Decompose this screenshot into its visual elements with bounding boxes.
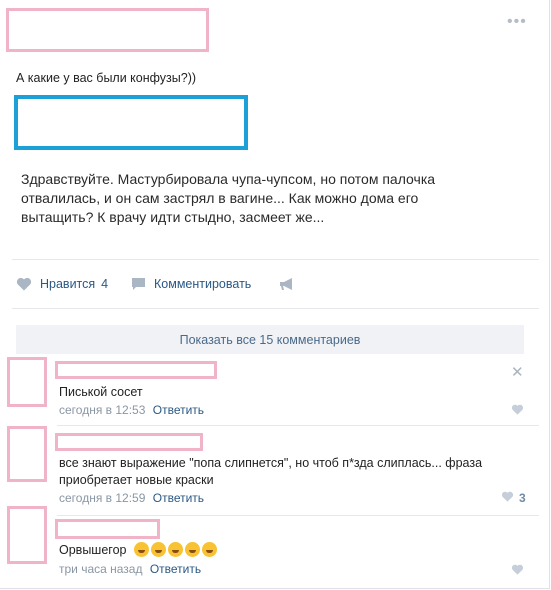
comment-like-button[interactable] [511, 404, 524, 418]
heart-icon [511, 564, 524, 578]
comment-meta: сегодня в 12:53 Ответить [59, 403, 204, 417]
like-button[interactable]: Нравится 4 [16, 275, 108, 293]
reply-link[interactable]: Ответить [150, 562, 201, 576]
comment-author-redaction [55, 361, 217, 379]
laughing-emoji-icon [150, 542, 166, 557]
laughing-emoji-icon [167, 542, 183, 557]
comment-time[interactable]: три часа назад [59, 562, 142, 576]
post-card: ••• А какие у вас были конфузы?)) Здравс… [0, 0, 550, 589]
comment-text: все знают выражение "попа слипнется", но… [59, 456, 483, 487]
repost-author-redaction [14, 95, 248, 150]
author-redaction [6, 8, 209, 52]
heart-icon [501, 491, 514, 505]
reply-link[interactable]: Ответить [153, 491, 204, 505]
more-dots-icon[interactable]: ••• [507, 14, 527, 30]
heart-icon [16, 277, 32, 291]
divider [57, 425, 539, 426]
divider [12, 308, 539, 309]
comment-author-redaction [55, 433, 203, 451]
heart-icon [511, 404, 524, 418]
share-button[interactable] [279, 275, 295, 293]
divider [12, 259, 539, 260]
megaphone-icon [279, 277, 295, 291]
close-icon[interactable]: ✕ [511, 365, 524, 380]
comment-text: Писькой сосет [59, 385, 143, 399]
post-text: А какие у вас были конфузы?)) [16, 71, 197, 85]
like-count: 4 [101, 277, 109, 291]
laughing-emoji-icon [201, 542, 217, 557]
repost-text: Здравствуйте. Мастурбировала чупа-чупсом… [21, 171, 436, 225]
comment-meta: сегодня в 12:59 Ответить [59, 491, 204, 505]
laughing-emoji-icon [133, 542, 149, 557]
comment-text: Орвышегор [59, 542, 217, 559]
comment-like-button[interactable]: 3 [501, 491, 526, 505]
comment-meta: три часа назад Ответить [59, 562, 201, 576]
comment-avatar-redaction [7, 426, 47, 482]
comment-author-redaction [55, 519, 160, 539]
comment-time[interactable]: сегодня в 12:53 [59, 403, 145, 417]
comment-time[interactable]: сегодня в 12:59 [59, 491, 145, 505]
comment-text-content: Орвышегор [59, 543, 127, 557]
comment-like-count: 3 [519, 491, 526, 505]
laughing-emoji-icon [184, 542, 200, 557]
comment-like-button[interactable] [511, 564, 524, 578]
like-label: Нравится [40, 277, 96, 291]
comment-icon [131, 277, 146, 291]
divider [57, 515, 539, 516]
emoji-row [132, 542, 217, 557]
comment-button[interactable]: Комментировать [131, 275, 251, 293]
comment-label: Комментировать [154, 277, 252, 291]
show-all-comments-button[interactable]: Показать все 15 комментариев [16, 325, 524, 354]
comment-avatar-redaction [7, 357, 47, 407]
reply-link[interactable]: Ответить [153, 403, 204, 417]
comment-avatar-redaction [7, 506, 47, 564]
